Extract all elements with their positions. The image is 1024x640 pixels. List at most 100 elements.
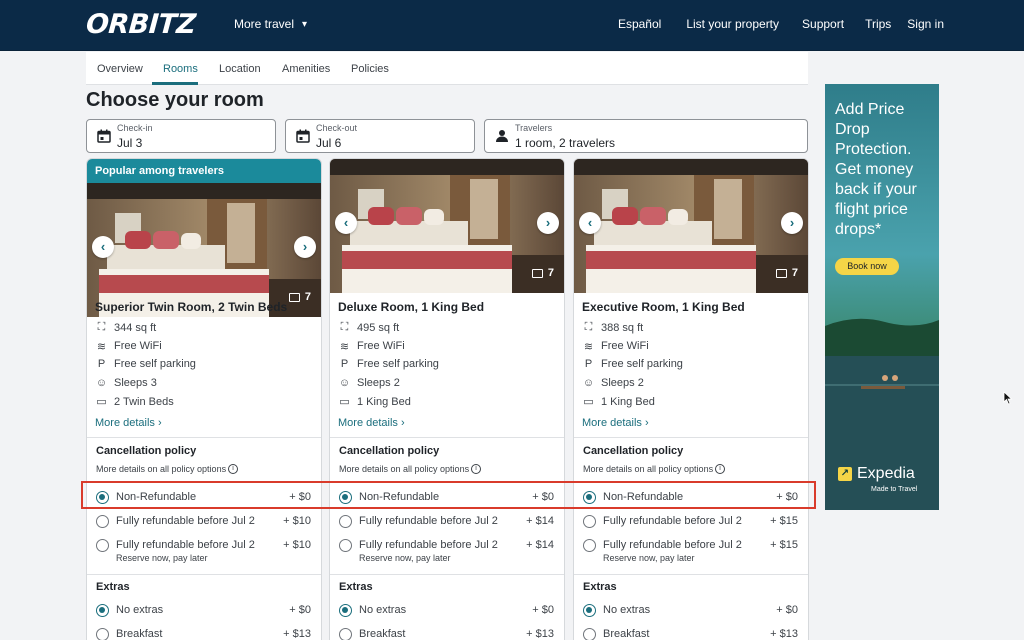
ad-tagline: Made to Travel (871, 486, 918, 493)
amenity-item: ▭ 1 King Bed (338, 395, 411, 409)
photo-count-value: 7 (791, 267, 798, 279)
option-price: + $0 (532, 604, 554, 616)
photo-prev-button[interactable]: ‹ (579, 212, 601, 234)
tab-overview[interactable]: Overview (97, 63, 143, 75)
chevron-down-icon: ▾ (302, 18, 308, 30)
room-photo[interactable]: ‹ › 7 (574, 159, 808, 293)
option-sublabel: Reserve now, pay later (359, 553, 451, 563)
option-label: Breakfast (603, 628, 650, 640)
room-title: Executive Room, 1 King Bed (582, 300, 745, 314)
amenity-label: 2 Twin Beds (114, 395, 174, 408)
floor-area-icon: ⛶ (584, 321, 593, 333)
policy-options-link[interactable]: More details on all policy options i (96, 464, 239, 474)
tab-location[interactable]: Location (219, 63, 261, 75)
amenity-item: ▭ 2 Twin Beds (95, 395, 174, 409)
photo-count-value: 7 (547, 267, 554, 279)
photo-count[interactable]: 7 (531, 267, 554, 279)
tab-amenities[interactable]: Amenities (282, 63, 330, 75)
photo-count-value: 7 (304, 291, 311, 303)
sign-in-link[interactable]: Sign in (907, 17, 944, 31)
popular-badge: Popular among travelers (87, 159, 321, 183)
photo-count[interactable]: 7 (288, 291, 311, 303)
radio-button[interactable] (339, 515, 352, 528)
radio-button[interactable] (583, 515, 596, 528)
extras-option[interactable]: Breakfast + $13 (96, 627, 311, 640)
radio-button[interactable] (583, 539, 596, 552)
radio-button[interactable] (583, 604, 596, 617)
more-travel-menu[interactable]: More travel ▾ (234, 17, 307, 31)
option-price: + $13 (770, 628, 798, 640)
cancellation-option[interactable]: Fully refundable before Jul 2 + $15 (583, 514, 798, 530)
tab-policies[interactable]: Policies (351, 63, 389, 75)
more-details-link[interactable]: More details › (95, 417, 162, 429)
trips-link[interactable]: Trips (865, 17, 891, 31)
cancellation-option[interactable]: Fully refundable before Jul 2 + $10 (96, 514, 311, 530)
policy-options-link[interactable]: More details on all policy options i (339, 464, 482, 474)
language-link[interactable]: Español (618, 17, 661, 31)
cancellation-option[interactable]: Fully refundable before Jul 2 + $14 (339, 514, 554, 530)
list-property-link[interactable]: List your property (686, 17, 779, 31)
section-divider (574, 437, 808, 438)
amenity-item: P Free self parking (582, 358, 683, 370)
radio-button[interactable] (339, 628, 352, 640)
people-icon: ☺ (582, 376, 595, 389)
travelers-field[interactable]: Travelers 1 room, 2 travelers (484, 119, 808, 153)
parking-icon: P (584, 358, 593, 370)
radio-button[interactable] (339, 604, 352, 617)
amenity-label: 388 sq ft (601, 321, 644, 334)
cancellation-option[interactable]: Fully refundable before Jul 2 + $14 Reserv… (339, 538, 554, 563)
more-travel-label: More travel (234, 17, 295, 31)
photo-next-button[interactable]: › (781, 212, 803, 234)
checkout-label: Check-out (316, 123, 358, 133)
more-details-link[interactable]: More details › (582, 417, 649, 429)
extras-option[interactable]: No extras + $0 (96, 603, 311, 619)
amenity-label: Sleeps 2 (601, 376, 644, 389)
photo-next-button[interactable]: › (537, 212, 559, 234)
option-sublabel: Reserve now, pay later (116, 553, 208, 563)
policy-options-link[interactable]: More details on all policy options i (583, 464, 726, 474)
parking-icon: P (340, 358, 349, 370)
extras-option[interactable]: Breakfast + $13 (339, 627, 554, 640)
radio-button[interactable] (583, 628, 596, 640)
photo-count[interactable]: 7 (775, 267, 798, 279)
cancellation-option[interactable]: Fully refundable before Jul 2 + $15 Reserv… (583, 538, 798, 563)
extras-option[interactable]: Breakfast + $13 (583, 627, 798, 640)
tab-rooms[interactable]: Rooms (163, 63, 198, 75)
radio-button[interactable] (96, 628, 109, 640)
cancellation-option[interactable]: Fully refundable before Jul 2 + $10 Reserv… (96, 538, 311, 563)
room-photo[interactable]: ‹ › 7 (330, 159, 564, 293)
orbitz-logo[interactable]: ORBITZ (85, 9, 197, 40)
radio-button[interactable] (96, 515, 109, 528)
room-card-2: ‹ › 7 Deluxe Room, 1 King Bed ⛶ 495 sq ft… (329, 158, 565, 640)
photo-prev-button[interactable]: ‹ (92, 236, 114, 258)
travelers-value: 1 room, 2 travelers (515, 136, 616, 150)
extras-option[interactable]: No extras + $0 (339, 603, 554, 619)
more-details-label: More details (95, 417, 155, 429)
room-photo[interactable]: ‹ › 7 (87, 183, 321, 317)
support-link[interactable]: Support (802, 17, 844, 31)
amenity-item: ⛶ 344 sq ft (95, 321, 157, 334)
section-divider (87, 574, 321, 575)
photo-prev-button[interactable]: ‹ (335, 212, 357, 234)
extras-title: Extras (583, 581, 617, 593)
option-price: + $0 (776, 604, 798, 616)
radio-button[interactable] (96, 539, 109, 552)
more-details-link[interactable]: More details › (338, 417, 405, 429)
advertisement-banner[interactable]: Add Price Drop Protection. Get money bac… (825, 84, 939, 510)
book-now-button[interactable]: Book now (835, 258, 899, 275)
checkout-field[interactable]: Check-out Jul 6 (285, 119, 475, 153)
radio-button[interactable] (96, 604, 109, 617)
extras-option[interactable]: No extras + $0 (583, 603, 798, 619)
gallery-icon (531, 268, 543, 278)
gallery-icon (775, 268, 787, 278)
amenity-item: ☺ Sleeps 3 (95, 377, 157, 389)
amenity-item: ≋ Free WiFi (95, 340, 162, 353)
amenity-item: ☺ Sleeps 2 (582, 377, 644, 389)
radio-button[interactable] (339, 539, 352, 552)
amenity-item: ≋ Free WiFi (582, 340, 649, 353)
photo-next-button[interactable]: › (294, 236, 316, 258)
active-tab-indicator (152, 82, 198, 85)
checkin-field[interactable]: Check-in Jul 3 (86, 119, 276, 153)
amenity-label: Free WiFi (357, 340, 405, 352)
amenity-label: 1 King Bed (601, 395, 655, 408)
